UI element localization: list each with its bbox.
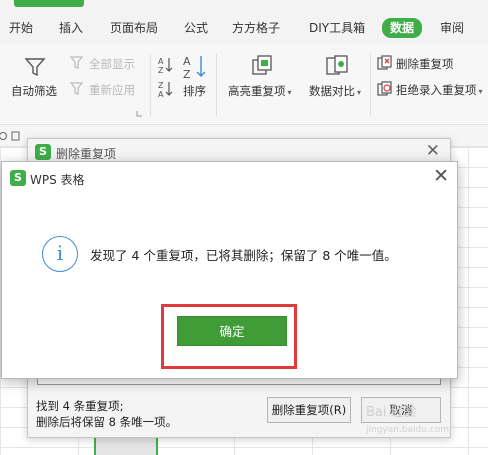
chevron-down-icon: ▾	[287, 88, 292, 97]
chevron-down-icon: ▾	[478, 87, 483, 96]
data-compare-label: 数据对比 ▾	[309, 84, 362, 98]
svg-text:A: A	[158, 90, 164, 98]
tab-diy-toolbox[interactable]: DIY工具箱	[309, 19, 365, 37]
unique-kept-text: 删除后将保留 8 条唯一项。	[36, 415, 178, 429]
ribbon-separator	[370, 54, 371, 116]
remove-duplicates-confirm-button[interactable]: 删除重复项(R)	[267, 397, 351, 423]
auto-filter-label: 自动筛选	[11, 84, 57, 98]
chevron-down-icon: ▾	[357, 88, 362, 97]
message-dialog-title: WPS 表格	[30, 173, 85, 187]
wps-logo-icon: S	[10, 170, 26, 186]
tab-data[interactable]: 数据	[382, 18, 423, 38]
svg-text:Z: Z	[158, 66, 164, 74]
watermark-image: Bai 经验 jingyan.baidu.com	[365, 404, 449, 435]
highlight-duplicates-icon	[252, 55, 272, 75]
svg-text:Z: Z	[158, 81, 164, 90]
tab-home[interactable]: 开始	[9, 19, 33, 37]
ribbon-panel: 自动筛选 全部显示 重新应用 A Z Z A A Z 排序 高亮重复项 ▾ 数据…	[0, 44, 488, 125]
tab-review[interactable]: 审阅	[440, 19, 464, 37]
reapply-label: 重新应用	[89, 83, 135, 97]
svg-text:jingyan.baidu.com: jingyan.baidu.com	[365, 425, 449, 435]
message-dialog-titlebar[interactable]: S WPS 表格 ✕	[2, 162, 457, 193]
tab-formulas[interactable]: 公式	[184, 19, 208, 37]
filter-icon	[24, 58, 46, 77]
highlight-duplicates-label: 高亮重复项 ▾	[228, 84, 292, 98]
dialog-launcher-icon[interactable]	[136, 110, 143, 117]
result-message: 发现了 4 个重复项，已将其删除；保留了 8 个唯一值。	[90, 248, 397, 263]
svg-text:Bai 经验: Bai 经验	[366, 404, 417, 420]
filter-show-all-icon	[70, 56, 84, 69]
svg-text:Z: Z	[183, 68, 191, 80]
name-box-icons	[0, 131, 20, 141]
ribbon-tab-bar: 开始 插入 页面布局 公式 方方格子 DIY工具箱 数据 审阅	[0, 10, 488, 44]
ok-button[interactable]: 确定	[177, 316, 287, 346]
show-all-label: 全部显示	[89, 57, 135, 71]
sort-ascending-icon[interactable]: A Z	[157, 56, 173, 74]
sort-descending-icon[interactable]: Z A	[157, 80, 173, 98]
remove-duplicates-dialog-title: 删除重复项	[56, 147, 117, 161]
sort-icon: A Z	[183, 55, 206, 80]
remove-duplicates-icon	[377, 55, 392, 70]
svg-text:A: A	[183, 55, 191, 68]
message-dialog: S WPS 表格 ✕ i 发现了 4 个重复项，已将其删除；保留了 8 个唯一值…	[1, 161, 458, 379]
sort-label: 排序	[183, 84, 206, 98]
remove-duplicates-label: 删除重复项	[396, 57, 454, 71]
wps-logo-icon: S	[35, 144, 51, 160]
tab-insert[interactable]: 插入	[59, 19, 83, 37]
tab-fangfang[interactable]: 方方格子	[232, 19, 280, 37]
close-icon[interactable]: ✕	[433, 166, 449, 186]
info-icon: i	[42, 236, 78, 272]
tab-page-layout[interactable]: 页面布局	[110, 19, 158, 37]
svg-text:A: A	[158, 57, 164, 66]
reject-duplicates-icon	[377, 81, 392, 96]
ribbon-separator	[216, 54, 217, 116]
duplicates-found-text: 找到 4 条重复项;	[36, 399, 124, 413]
document-tab-fragment	[14, 0, 84, 7]
ribbon-separator	[150, 54, 151, 116]
filter-reapply-icon	[70, 82, 84, 95]
close-icon[interactable]: ✕	[426, 141, 440, 161]
reject-duplicates-label: 拒绝录入重复项 ▾	[396, 83, 483, 97]
data-compare-icon	[326, 55, 348, 75]
